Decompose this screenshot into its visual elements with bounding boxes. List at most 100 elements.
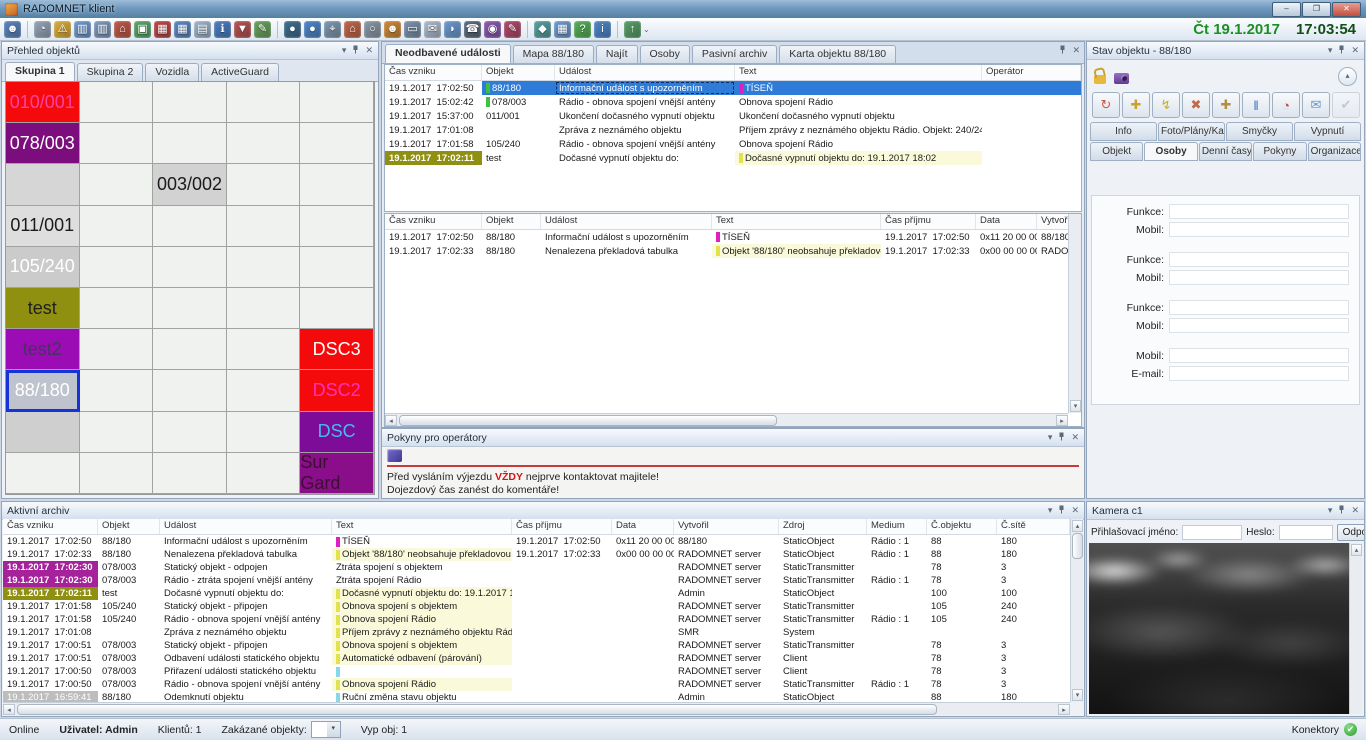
object-cell-empty[interactable]: [300, 164, 374, 205]
column-header-vytvoril[interactable]: Vytvořil: [674, 519, 779, 534]
object-cell-dsc[interactable]: DSC: [300, 412, 374, 453]
column-header-time[interactable]: Čas vzniku: [385, 65, 482, 80]
state-tab-foto-pl-ny-kamery[interactable]: Foto/Plány/Kamery: [1158, 122, 1225, 141]
table-row[interactable]: 19.1.2017 17:01:08Zpráva z neznámého obj…: [385, 123, 1081, 137]
server-a-icon[interactable]: ▥: [74, 21, 91, 38]
camera-disconnect-button[interactable]: Odpojit kameru: [1337, 524, 1364, 541]
object-cell-empty[interactable]: [80, 453, 154, 494]
state-tab-vypnut[interactable]: Vypnutí: [1294, 122, 1361, 141]
object-cell-dsc3[interactable]: DSC3: [300, 329, 374, 370]
object-cell-sur-gard[interactable]: Sur Gard: [300, 453, 374, 494]
scroll-left-arrow[interactable]: ◂: [3, 704, 15, 715]
table-row[interactable]: 19.1.2017 17:02:5088/180Informační událo…: [3, 535, 1070, 548]
table-row[interactable]: 19.1.2017 17:01:08Zpráva z neznámého obj…: [3, 626, 1070, 639]
state-tab-organizace[interactable]: Organizace: [1308, 142, 1361, 161]
archive-horizontal-scrollbar[interactable]: ◂ ▸: [3, 702, 1070, 715]
link-icon[interactable]: ◆: [534, 21, 551, 38]
object-cell-empty[interactable]: [227, 288, 301, 329]
about-icon[interactable]: i: [594, 21, 611, 38]
state-tab-pokyny[interactable]: Pokyny: [1253, 142, 1306, 161]
instructions-panel-header[interactable]: Pokyny pro operátory ▾ ✕: [382, 429, 1084, 447]
collapse-button[interactable]: ▴: [1338, 67, 1357, 86]
object-cell-empty[interactable]: [6, 412, 80, 453]
signature-icon[interactable]: ✎: [504, 21, 521, 38]
object-cell-empty[interactable]: [153, 453, 227, 494]
column-header-prijem[interactable]: Čas příjmu: [512, 519, 612, 534]
pin-icon[interactable]: [1059, 45, 1066, 56]
panel-close-icon[interactable]: ✕: [365, 46, 373, 55]
object-cell-empty[interactable]: [80, 247, 154, 288]
panel-close-icon[interactable]: ✕: [1071, 433, 1079, 442]
document-import-icon[interactable]: ▼: [234, 21, 251, 38]
phone-icon[interactable]: ☎: [464, 21, 481, 38]
add-time-icon[interactable]: ◔: [1272, 92, 1300, 118]
info-event-icon[interactable]: ℹ: [214, 21, 231, 38]
table-row[interactable]: 19.1.2017 15:37:00011/001Ukončení dočasn…: [385, 109, 1081, 123]
object-cell-dsc2[interactable]: DSC2: [300, 370, 374, 411]
calendar-red-icon[interactable]: ▦: [154, 21, 171, 38]
table-row[interactable]: 19.1.2017 15:02:42078/003Rádio - obnova …: [385, 95, 1081, 109]
table-row[interactable]: 19.1.2017 17:00:50078/003Přiřazení událo…: [3, 665, 1070, 678]
camera-panel-header[interactable]: Kamera c1 ▾ ✕: [1087, 502, 1364, 520]
object-cell-105-240[interactable]: 105/240: [6, 247, 80, 288]
table-row[interactable]: 19.1.2017 17:02:30078/003Rádio - ztráta …: [3, 574, 1070, 587]
scroll-down-arrow[interactable]: ▾: [1070, 400, 1081, 412]
table-row[interactable]: 19.1.2017 17:02:11testDočasné vypnutí ob…: [3, 587, 1070, 600]
scroll-right-arrow[interactable]: ▸: [1058, 704, 1070, 715]
table-row[interactable]: 19.1.2017 17:02:3388/180Nenalezena překl…: [385, 244, 1081, 258]
panel-menu-icon[interactable]: ▾: [1328, 46, 1333, 55]
panel-menu-icon[interactable]: ▾: [1048, 433, 1053, 442]
scroll-up-arrow[interactable]: ▴: [1072, 520, 1083, 532]
object-cell-empty[interactable]: [227, 82, 301, 123]
object-cell-empty[interactable]: [153, 247, 227, 288]
toolbar-overflow-button[interactable]: ⌄: [643, 25, 650, 34]
column-header-zdroj[interactable]: Zdroj: [779, 519, 867, 534]
scroll-down-arrow[interactable]: ▾: [1072, 689, 1083, 701]
object-cell-empty[interactable]: [6, 164, 80, 205]
objects-panel-header[interactable]: Přehled objektů ▾ ✕: [2, 42, 378, 60]
object-cell-88-180[interactable]: 88/180: [6, 370, 80, 411]
archive-panel-header[interactable]: Aktivní archiv ▾ ✕: [2, 502, 1084, 520]
table-row[interactable]: 19.1.2017 17:00:51078/003Odbavení událos…: [3, 652, 1070, 665]
object-cell-empty[interactable]: [80, 370, 154, 411]
contacts-icon[interactable]: ☻: [384, 21, 401, 38]
object-cell-empty[interactable]: [80, 123, 154, 164]
state-tab-smy-ky[interactable]: Smyčky: [1226, 122, 1293, 141]
maximize-button[interactable]: ❐: [1302, 2, 1331, 17]
scroll-left-arrow[interactable]: ◂: [385, 415, 397, 426]
table-row[interactable]: 19.1.2017 17:01:58105/240Rádio - obnova …: [3, 613, 1070, 626]
minimize-button[interactable]: –: [1272, 2, 1301, 17]
column-header-time[interactable]: Čas vzniku: [385, 214, 482, 229]
funkce-input[interactable]: [1169, 300, 1349, 315]
state-tab-denn-asy[interactable]: Denní časy: [1199, 142, 1252, 161]
state-tab-osoby[interactable]: Osoby: [1144, 142, 1197, 161]
scroll-right-arrow[interactable]: ▸: [1056, 415, 1068, 426]
tab-neodbaven-ud-losti[interactable]: Neodbavené události: [385, 44, 511, 63]
scrollbar-thumb[interactable]: [17, 704, 937, 715]
column-header-obj[interactable]: Objekt: [482, 65, 555, 80]
object-frame-icon[interactable]: ▣: [134, 21, 151, 38]
column-header-time[interactable]: Čas vzniku: [3, 519, 98, 534]
mobil-input[interactable]: [1169, 222, 1349, 237]
table-row[interactable]: 19.1.2017 17:01:58105/240Rádio - obnova …: [385, 137, 1081, 151]
globe-dark-icon[interactable]: ●: [284, 21, 301, 38]
object-cell-test[interactable]: test: [6, 288, 80, 329]
column-header-data[interactable]: Data: [612, 519, 674, 534]
object-cell-003-002[interactable]: 003/002: [153, 164, 227, 205]
tab-area-close-icon[interactable]: ✕: [1072, 46, 1080, 55]
panel-menu-icon[interactable]: ▾: [1048, 506, 1053, 515]
dart-icon[interactable]: ◉: [484, 21, 501, 38]
object-cell-empty[interactable]: [153, 206, 227, 247]
close-button[interactable]: ✕: [1332, 2, 1361, 17]
panel-close-icon[interactable]: ✕: [1351, 506, 1359, 515]
mobil-input[interactable]: [1169, 318, 1349, 333]
camera-password-input[interactable]: [1279, 525, 1333, 540]
column-header-op[interactable]: Operátor: [982, 65, 1081, 80]
home-info-icon[interactable]: ⌂: [114, 21, 131, 38]
detail-horizontal-scrollbar[interactable]: ◂ ▸: [385, 413, 1068, 426]
add-key-icon[interactable]: ✚: [1212, 92, 1240, 118]
tab-naj-t[interactable]: Najít: [596, 45, 638, 63]
object-cell-empty[interactable]: [80, 206, 154, 247]
email-input[interactable]: [1169, 366, 1349, 381]
print-icon[interactable]: ▭: [404, 21, 421, 38]
